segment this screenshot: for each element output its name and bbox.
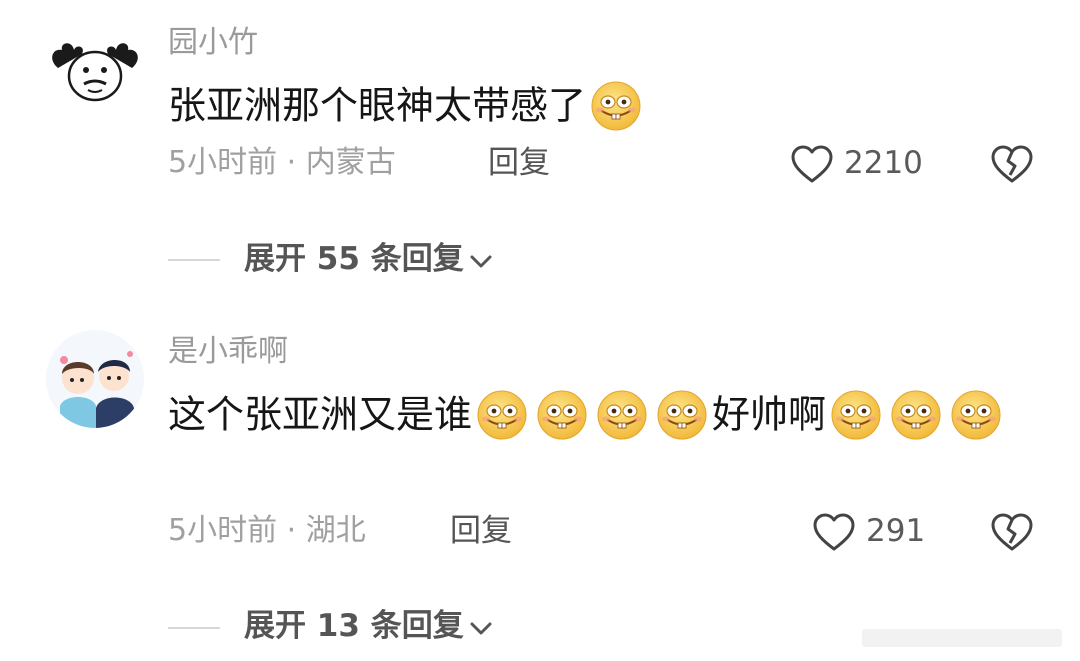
avatar[interactable] (46, 330, 144, 428)
comment-text: 这个张亚洲又是谁 好帅啊 (168, 382, 1008, 445)
grin-emoji-icon (536, 389, 588, 441)
like-count: 291 (866, 513, 926, 549)
heart-outline-icon[interactable] (812, 512, 856, 552)
reply-button[interactable]: 回复 (450, 516, 512, 547)
grin-emoji-icon (476, 389, 528, 441)
watermark-icon (862, 629, 1062, 647)
broken-heart-icon[interactable] (990, 512, 1034, 552)
grin-emoji-icon (890, 389, 942, 441)
expand-replies-button[interactable]: 展开 13 条回复 (244, 611, 494, 642)
grin-emoji-icon (656, 389, 708, 441)
grin-emoji-icon (830, 389, 882, 441)
username[interactable]: 是小乖啊 (168, 337, 288, 367)
comment-item: 是小乖啊 这个张亚洲又是谁 好帅啊 5小时前 · 湖北 回复 291 展开 13 … (0, 0, 1080, 661)
grin-emoji-icon (596, 389, 648, 441)
comment-time-location: 5小时前 · 湖北 (168, 513, 366, 548)
avatar-couple-illustration-icon (46, 330, 144, 428)
divider (168, 627, 220, 629)
chevron-down-icon (468, 619, 494, 637)
grin-emoji-icon (950, 389, 1002, 441)
